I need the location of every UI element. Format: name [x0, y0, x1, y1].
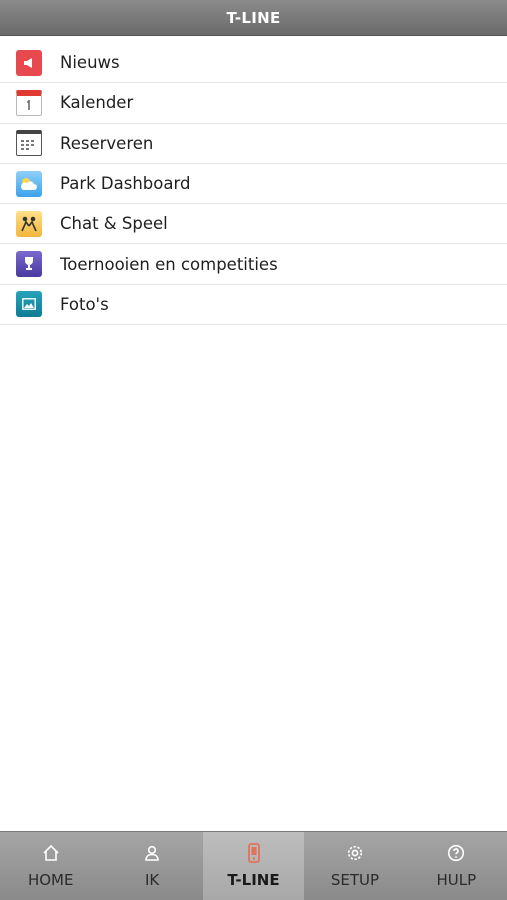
tab-hulp[interactable]: HULP — [406, 832, 507, 900]
home-icon — [40, 842, 62, 864]
help-icon — [445, 842, 467, 864]
app-header: T-LINE — [0, 0, 507, 36]
tab-setup[interactable]: SETUP — [304, 832, 405, 900]
tab-label: T-LINE — [227, 871, 280, 889]
weather-cloud-icon — [16, 170, 42, 197]
page-title: T-LINE — [226, 8, 281, 27]
calendar-icon — [16, 89, 42, 116]
photo-icon — [16, 291, 42, 318]
menu-item-fotos[interactable]: Foto's — [0, 285, 507, 326]
news-megaphone-icon — [16, 49, 42, 76]
menu-list: Nieuws Kalender Reserveren Park Dashboar… — [0, 43, 507, 326]
menu-item-label: Chat & Speel — [60, 214, 168, 234]
chat-play-icon — [16, 210, 42, 237]
menu-item-toernooien[interactable]: Toernooien en competities — [0, 244, 507, 285]
user-icon — [141, 842, 163, 864]
tab-label: SETUP — [330, 871, 380, 889]
menu-item-reserveren[interactable]: Reserveren — [0, 124, 507, 164]
menu-item-label: Reserveren — [60, 133, 154, 153]
menu-item-park-dashboard[interactable]: Park Dashboard — [0, 164, 507, 205]
menu-item-label: Foto's — [60, 294, 109, 314]
menu-item-label: Park Dashboard — [60, 174, 191, 194]
trophy-icon — [16, 251, 42, 278]
tab-ik[interactable]: IK — [101, 832, 202, 900]
tab-label: HOME — [27, 871, 74, 889]
tab-t-line[interactable]: T-LINE — [202, 832, 305, 900]
tab-label: HULP — [436, 871, 477, 889]
tab-label: IK — [144, 871, 160, 889]
menu-item-label: Toernooien en competities — [60, 254, 278, 274]
menu-item-chat-speel[interactable]: Chat & Speel — [0, 204, 507, 245]
tab-home[interactable]: HOME — [0, 832, 101, 900]
bottom-tab-bar: HOME IK T-LINE SETUP HULP — [0, 831, 507, 900]
menu-item-label: Kalender — [60, 93, 134, 113]
menu-item-nieuws[interactable]: Nieuws — [0, 43, 507, 84]
gear-icon — [344, 842, 366, 864]
reservation-calendar-icon — [16, 130, 42, 157]
phone-icon — [243, 842, 265, 864]
menu-item-kalender[interactable]: Kalender — [0, 83, 507, 124]
menu-item-label: Nieuws — [60, 53, 120, 73]
